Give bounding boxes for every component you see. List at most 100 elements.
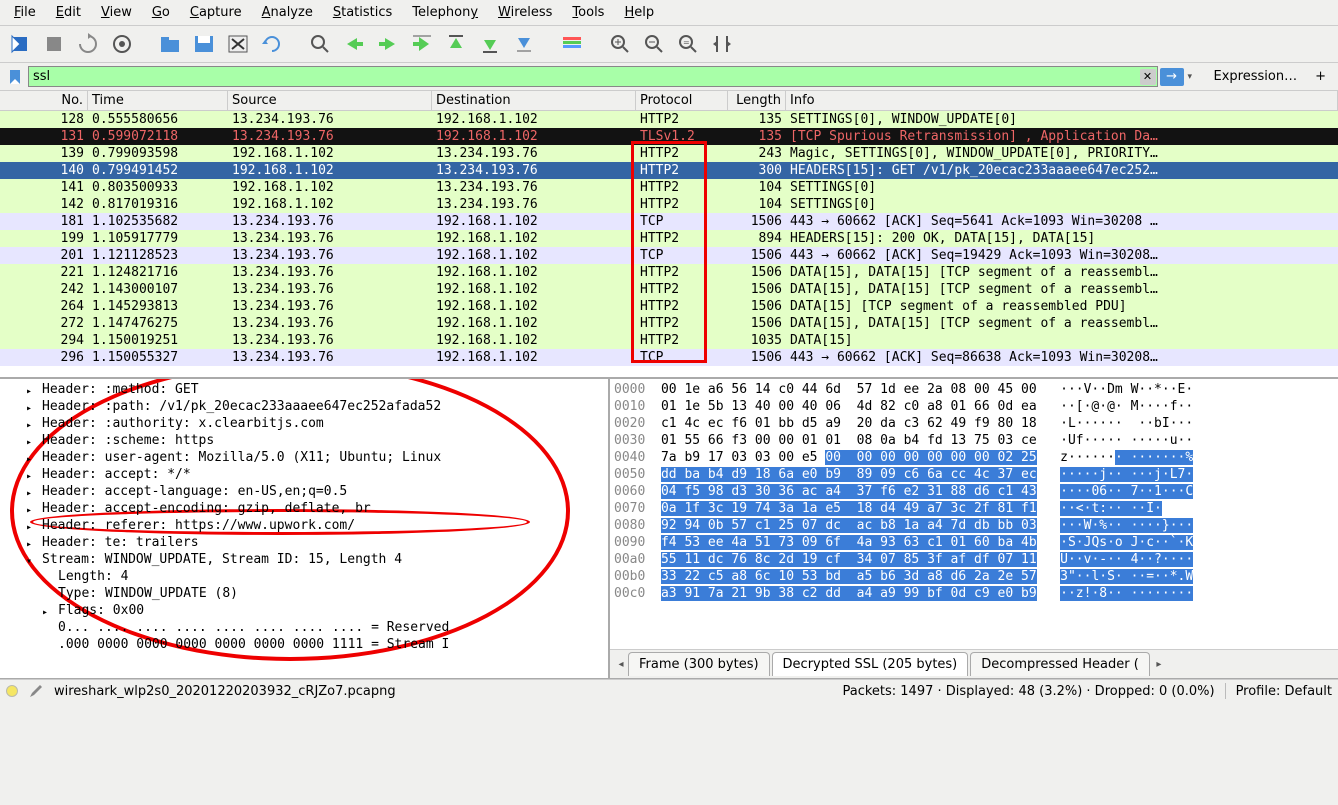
start-capture-icon[interactable] xyxy=(6,30,34,58)
menu-file[interactable]: File xyxy=(4,2,46,23)
hex-row[interactable]: 0060 04 f5 98 d3 30 36 ac a4 37 f6 e2 31… xyxy=(614,483,1334,500)
hex-row[interactable]: 00c0 a3 91 7a 21 9b 38 c2 dd a4 a9 99 bf… xyxy=(614,585,1334,602)
packet-row[interactable]: 2721.14747627513.234.193.76192.168.1.102… xyxy=(0,315,1338,332)
close-file-icon[interactable] xyxy=(224,30,252,58)
bookmark-icon[interactable] xyxy=(6,68,24,86)
find-icon[interactable] xyxy=(306,30,334,58)
autoscroll-icon[interactable] xyxy=(510,30,538,58)
reload-icon[interactable] xyxy=(258,30,286,58)
packet-row[interactable]: 2421.14300010713.234.193.76192.168.1.102… xyxy=(0,281,1338,298)
col-source[interactable]: Source xyxy=(228,91,432,110)
hex-row[interactable]: 0030 01 55 66 f3 00 00 01 01 08 0a b4 fd… xyxy=(614,432,1334,449)
resize-columns-icon[interactable] xyxy=(708,30,736,58)
restart-capture-icon[interactable] xyxy=(74,30,102,58)
menu-wireless[interactable]: Wireless xyxy=(488,2,562,23)
tab-scroll-left[interactable]: ◂ xyxy=(614,656,628,673)
tree-item[interactable]: ▸Flags: 0x00 xyxy=(0,602,608,619)
apply-filter-icon[interactable]: → xyxy=(1160,68,1184,86)
zoom-reset-icon[interactable]: = xyxy=(674,30,702,58)
tab-decrypted-ssl[interactable]: Decrypted SSL (205 bytes) xyxy=(772,652,969,676)
tree-item[interactable]: Type: WINDOW_UPDATE (8) xyxy=(0,585,608,602)
filter-history-dropdown[interactable]: ▾ xyxy=(1188,72,1202,82)
expert-info-icon[interactable] xyxy=(6,685,18,697)
hex-row[interactable]: 0040 7a b9 17 03 03 00 e5 00 00 00 00 00… xyxy=(614,449,1334,466)
packet-row[interactable]: 1420.817019316192.168.1.10213.234.193.76… xyxy=(0,196,1338,213)
tree-item[interactable]: ▸Header: accept: */* xyxy=(0,466,608,483)
tree-item[interactable]: ▸Header: te: trailers xyxy=(0,534,608,551)
packet-list-body[interactable]: 1280.55558065613.234.193.76192.168.1.102… xyxy=(0,111,1338,379)
packet-row[interactable]: 2641.14529381313.234.193.76192.168.1.102… xyxy=(0,298,1338,315)
save-file-icon[interactable] xyxy=(190,30,218,58)
packet-row[interactable]: 1410.803500933192.168.1.10213.234.193.76… xyxy=(0,179,1338,196)
last-icon[interactable] xyxy=(476,30,504,58)
goto-icon[interactable] xyxy=(408,30,436,58)
tree-item[interactable]: ▸Header: :authority: x.clearbitjs.com xyxy=(0,415,608,432)
hex-row[interactable]: 0080 92 94 0b 57 c1 25 07 dc ac b8 1a a4… xyxy=(614,517,1334,534)
tab-frame[interactable]: Frame (300 bytes) xyxy=(628,652,770,676)
tree-item[interactable]: ▸Header: :path: /v1/pk_20ecac233aaaee647… xyxy=(0,398,608,415)
tree-item[interactable]: .000 0000 0000 0000 0000 0000 0000 1111 … xyxy=(0,636,608,653)
display-filter-input[interactable] xyxy=(28,66,1158,87)
menu-tools[interactable]: Tools xyxy=(562,2,614,23)
hex-row[interactable]: 0020 c1 4c ec f6 01 bb d5 a9 20 da c3 62… xyxy=(614,415,1334,432)
packet-row[interactable]: 1310.59907211813.234.193.76192.168.1.102… xyxy=(0,128,1338,145)
packet-row[interactable]: 1390.799093598192.168.1.10213.234.193.76… xyxy=(0,145,1338,162)
hex-row[interactable]: 00b0 33 22 c5 a8 6c 10 53 bd a5 b6 3d a8… xyxy=(614,568,1334,585)
tree-item[interactable]: ▸Header: :scheme: https xyxy=(0,432,608,449)
packet-row[interactable]: 2011.12112852313.234.193.76192.168.1.102… xyxy=(0,247,1338,264)
packet-row[interactable]: 1400.799491452192.168.1.10213.234.193.76… xyxy=(0,162,1338,179)
hex-row[interactable]: 0070 0a 1f 3c 19 74 3a 1a e5 18 d4 49 a7… xyxy=(614,500,1334,517)
prev-icon[interactable] xyxy=(340,30,368,58)
tab-scroll-right[interactable]: ▸ xyxy=(1152,656,1166,673)
col-destination[interactable]: Destination xyxy=(432,91,636,110)
stop-capture-icon[interactable] xyxy=(40,30,68,58)
capture-options-icon[interactable] xyxy=(108,30,136,58)
col-protocol[interactable]: Protocol xyxy=(636,91,728,110)
menu-capture[interactable]: Capture xyxy=(180,2,252,23)
packet-row[interactable]: 2961.15005532713.234.193.76192.168.1.102… xyxy=(0,349,1338,366)
tree-item[interactable]: Length: 4 xyxy=(0,568,608,585)
tab-decompressed-header[interactable]: Decompressed Header ( xyxy=(970,652,1150,676)
tree-item[interactable]: ▸Header: user-agent: Mozilla/5.0 (X11; U… xyxy=(0,449,608,466)
packet-details-tree[interactable]: ▸Header: :method: GET▸Header: :path: /v1… xyxy=(0,379,610,678)
first-icon[interactable] xyxy=(442,30,470,58)
colorize-icon[interactable] xyxy=(558,30,586,58)
add-filter-button[interactable]: + xyxy=(1309,67,1332,86)
next-icon[interactable] xyxy=(374,30,402,58)
open-file-icon[interactable] xyxy=(156,30,184,58)
packet-row[interactable]: 2211.12482171613.234.193.76192.168.1.102… xyxy=(0,264,1338,281)
zoom-in-icon[interactable] xyxy=(606,30,634,58)
hex-row[interactable]: 00a0 55 11 dc 76 8c 2d 19 cf 34 07 85 3f… xyxy=(614,551,1334,568)
menu-statistics[interactable]: Statistics xyxy=(323,2,402,23)
packet-row[interactable]: 1811.10253568213.234.193.76192.168.1.102… xyxy=(0,213,1338,230)
packet-row[interactable]: 1991.10591777913.234.193.76192.168.1.102… xyxy=(0,230,1338,247)
hex-row[interactable]: 0000 00 1e a6 56 14 c0 44 6d 57 1d ee 2a… xyxy=(614,381,1334,398)
menu-analyze[interactable]: Analyze xyxy=(252,2,323,23)
tree-item[interactable]: ▾Stream: WINDOW_UPDATE, Stream ID: 15, L… xyxy=(0,551,608,568)
col-info[interactable]: Info xyxy=(786,91,1338,110)
tree-item[interactable]: ▸Header: accept-language: en-US,en;q=0.5 xyxy=(0,483,608,500)
col-length[interactable]: Length xyxy=(728,91,786,110)
col-time[interactable]: Time xyxy=(88,91,228,110)
menu-go[interactable]: Go xyxy=(142,2,180,23)
profile-label[interactable]: Profile: Default xyxy=(1236,684,1332,699)
hex-dump[interactable]: 0000 00 1e a6 56 14 c0 44 6d 57 1d ee 2a… xyxy=(610,379,1338,649)
menu-telephony[interactable]: Telephony xyxy=(402,2,488,23)
menu-view[interactable]: View xyxy=(91,2,142,23)
clear-filter-icon[interactable]: ✕ xyxy=(1140,69,1156,85)
packet-row[interactable]: 2941.15001925113.234.193.76192.168.1.102… xyxy=(0,332,1338,349)
tree-item[interactable]: 0... .... .... .... .... .... .... .... … xyxy=(0,619,608,636)
hex-row[interactable]: 0090 f4 53 ee 4a 51 73 09 6f 4a 93 63 c1… xyxy=(614,534,1334,551)
menu-edit[interactable]: Edit xyxy=(46,2,91,23)
hex-row[interactable]: 0010 01 1e 5b 13 40 00 40 06 4d 82 c0 a8… xyxy=(614,398,1334,415)
zoom-out-icon[interactable] xyxy=(640,30,668,58)
tree-item[interactable]: ▸Header: referer: https://www.upwork.com… xyxy=(0,517,608,534)
tree-item[interactable]: ▸Header: accept-encoding: gzip, deflate,… xyxy=(0,500,608,517)
menu-help[interactable]: Help xyxy=(614,2,664,23)
tree-item[interactable]: ▸Header: :method: GET xyxy=(0,381,608,398)
edit-capture-icon[interactable] xyxy=(28,683,44,699)
hex-row[interactable]: 0050 dd ba b4 d9 18 6a e0 b9 89 09 c6 6a… xyxy=(614,466,1334,483)
expression-button[interactable]: Expression… xyxy=(1206,67,1306,86)
packet-row[interactable]: 1280.55558065613.234.193.76192.168.1.102… xyxy=(0,111,1338,128)
col-no[interactable]: No. xyxy=(0,91,88,110)
